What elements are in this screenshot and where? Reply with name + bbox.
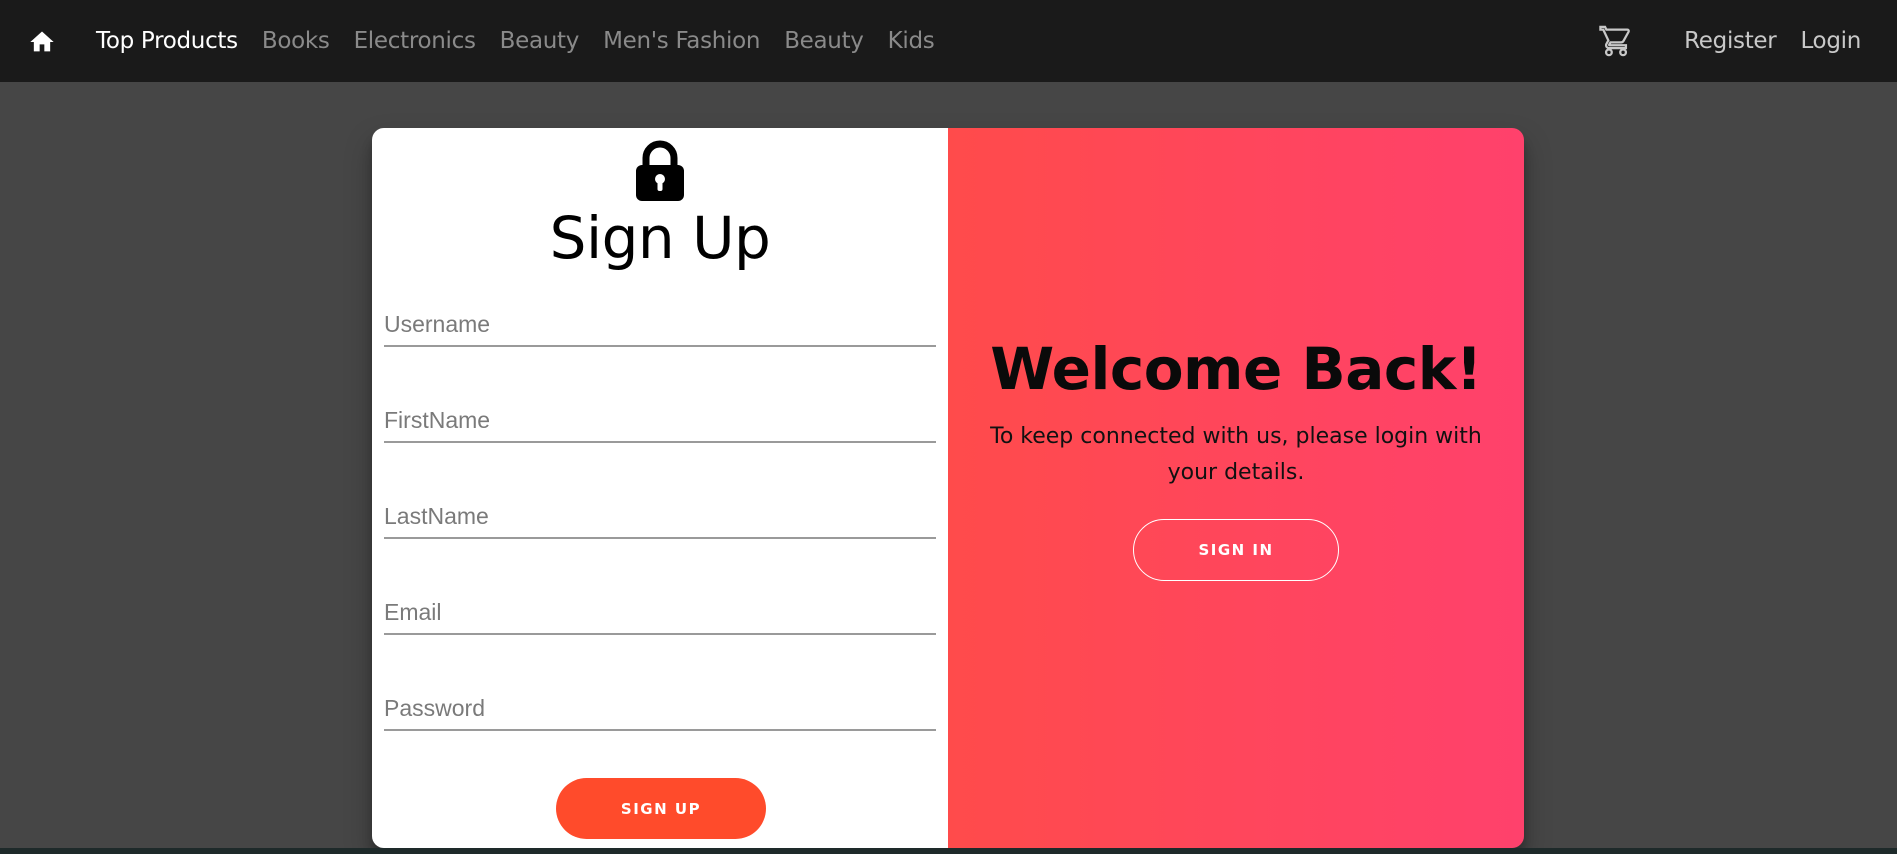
signup-panel: Sign Up SIGN UP: [372, 128, 948, 848]
username-input[interactable]: [384, 303, 936, 347]
home-icon[interactable]: [24, 26, 60, 58]
shopping-cart-icon[interactable]: [1598, 23, 1634, 59]
firstname-input[interactable]: [384, 399, 936, 443]
nav-link-top-products[interactable]: Top Products: [96, 28, 238, 54]
nav-link-beauty[interactable]: Beauty: [500, 28, 580, 54]
nav-link-mens-fashion[interactable]: Men's Fashion: [603, 28, 760, 54]
email-input[interactable]: [384, 591, 936, 635]
nav-link-kids[interactable]: Kids: [888, 28, 935, 54]
signin-button[interactable]: SIGN IN: [1133, 519, 1339, 581]
bottom-strip: [0, 848, 1897, 854]
nav-link-beauty-2[interactable]: Beauty: [784, 28, 864, 54]
nav-right: Register Login: [1598, 0, 1861, 82]
password-input[interactable]: [384, 687, 936, 731]
signup-title: Sign Up: [549, 204, 771, 272]
welcome-panel: Welcome Back! To keep connected with us,…: [948, 128, 1524, 848]
auth-card: Sign Up SIGN UP Welcome Back! To keep co…: [372, 128, 1524, 848]
nav-link-books[interactable]: Books: [262, 28, 330, 54]
lock-icon: [634, 140, 686, 202]
signup-button[interactable]: SIGN UP: [556, 778, 766, 839]
welcome-title: Welcome Back!: [990, 335, 1482, 403]
login-link[interactable]: Login: [1800, 28, 1861, 54]
top-navbar: Top Products Books Electronics Beauty Me…: [0, 0, 1897, 82]
nav-links: Top Products Books Electronics Beauty Me…: [96, 0, 958, 82]
nav-link-electronics[interactable]: Electronics: [354, 28, 476, 54]
register-link[interactable]: Register: [1684, 28, 1777, 54]
lastname-input[interactable]: [384, 495, 936, 539]
welcome-text: To keep connected with us, please login …: [990, 424, 1482, 485]
